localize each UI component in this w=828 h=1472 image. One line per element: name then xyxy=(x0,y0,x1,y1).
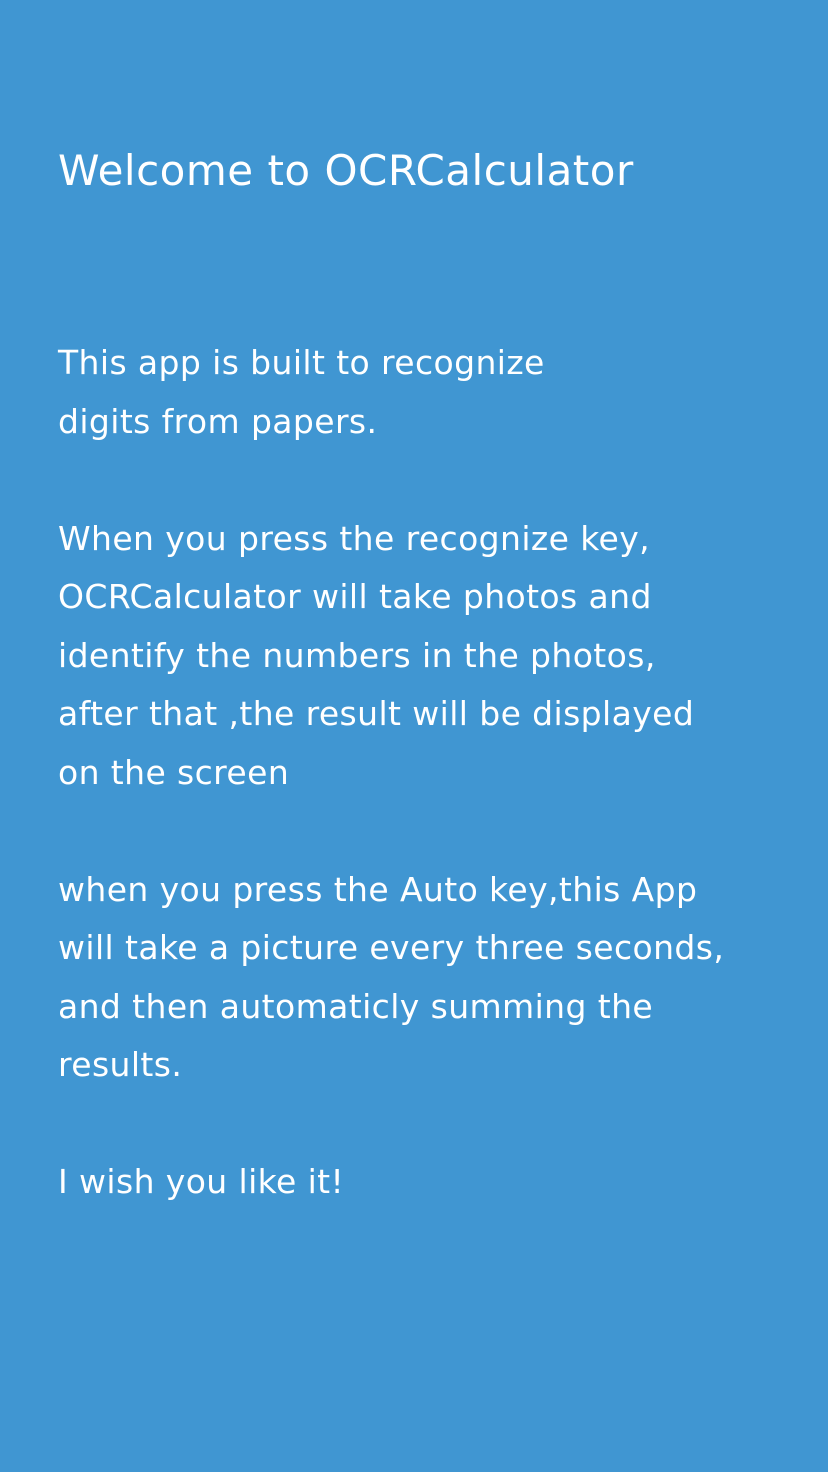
auto-key-paragraph: when you press the Auto key,this App wil… xyxy=(58,861,798,1095)
closing-paragraph: I wish you like it! xyxy=(58,1153,798,1212)
welcome-screen: Welcome to OCRCalculator This app is bui… xyxy=(0,0,828,1472)
recognize-line-3: identify the numbers in the photos, xyxy=(58,635,656,675)
intro-paragraph: This app is built to recognize digits fr… xyxy=(58,334,798,451)
page-title: Welcome to OCRCalculator xyxy=(58,146,634,195)
recognize-line-2: OCRCalculator will take photos and xyxy=(58,577,652,616)
intro-line-2: digits from papers. xyxy=(58,401,378,441)
recognize-line-4: after that ,the result will be displayed xyxy=(58,694,695,733)
auto-line-3: and then automaticly summing the xyxy=(58,986,654,1026)
auto-line-1: when you press the Auto key,this App xyxy=(58,869,698,909)
closing-line: I wish you like it! xyxy=(58,1162,345,1201)
intro-line-1: This app is built to recognize xyxy=(58,343,545,382)
recognize-line-1: When you press the recognize key, xyxy=(58,518,651,558)
recognize-line-5: on the screen xyxy=(58,752,290,792)
auto-line-2: will take a picture every three seconds, xyxy=(58,928,725,967)
recognize-key-paragraph: When you press the recognize key, OCRCal… xyxy=(58,510,798,803)
auto-line-4: results. xyxy=(58,1045,183,1084)
welcome-description: This app is built to recognize digits fr… xyxy=(58,334,798,1212)
